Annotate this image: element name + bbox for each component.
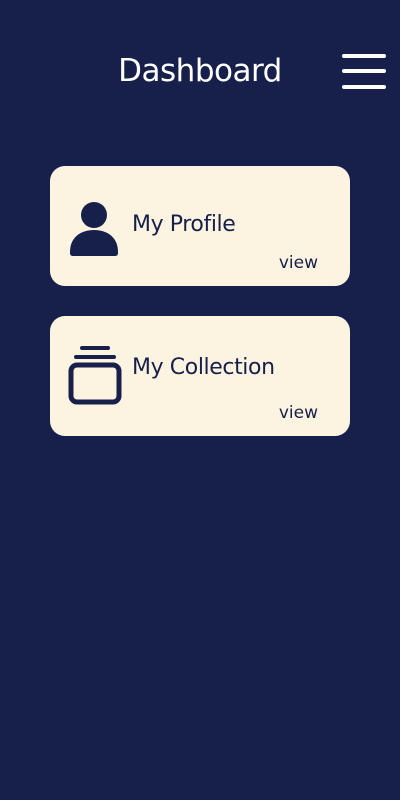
view-link[interactable]: view [279, 252, 318, 274]
app-header: Dashboard [0, 0, 400, 140]
menu-bar [342, 54, 386, 58]
card-label: My Profile [132, 212, 236, 237]
menu-bar [342, 85, 386, 89]
card-label: My Collection [132, 355, 275, 380]
my-profile-card[interactable]: My Profile view [50, 166, 350, 286]
menu-bar [342, 69, 386, 73]
view-link[interactable]: view [279, 402, 318, 424]
collection-stack-icon [68, 344, 122, 405]
my-collection-card[interactable]: My Collection view [50, 316, 350, 436]
page-title: Dashboard [118, 53, 282, 89]
hamburger-menu-icon[interactable] [342, 54, 386, 90]
user-icon [68, 200, 120, 260]
